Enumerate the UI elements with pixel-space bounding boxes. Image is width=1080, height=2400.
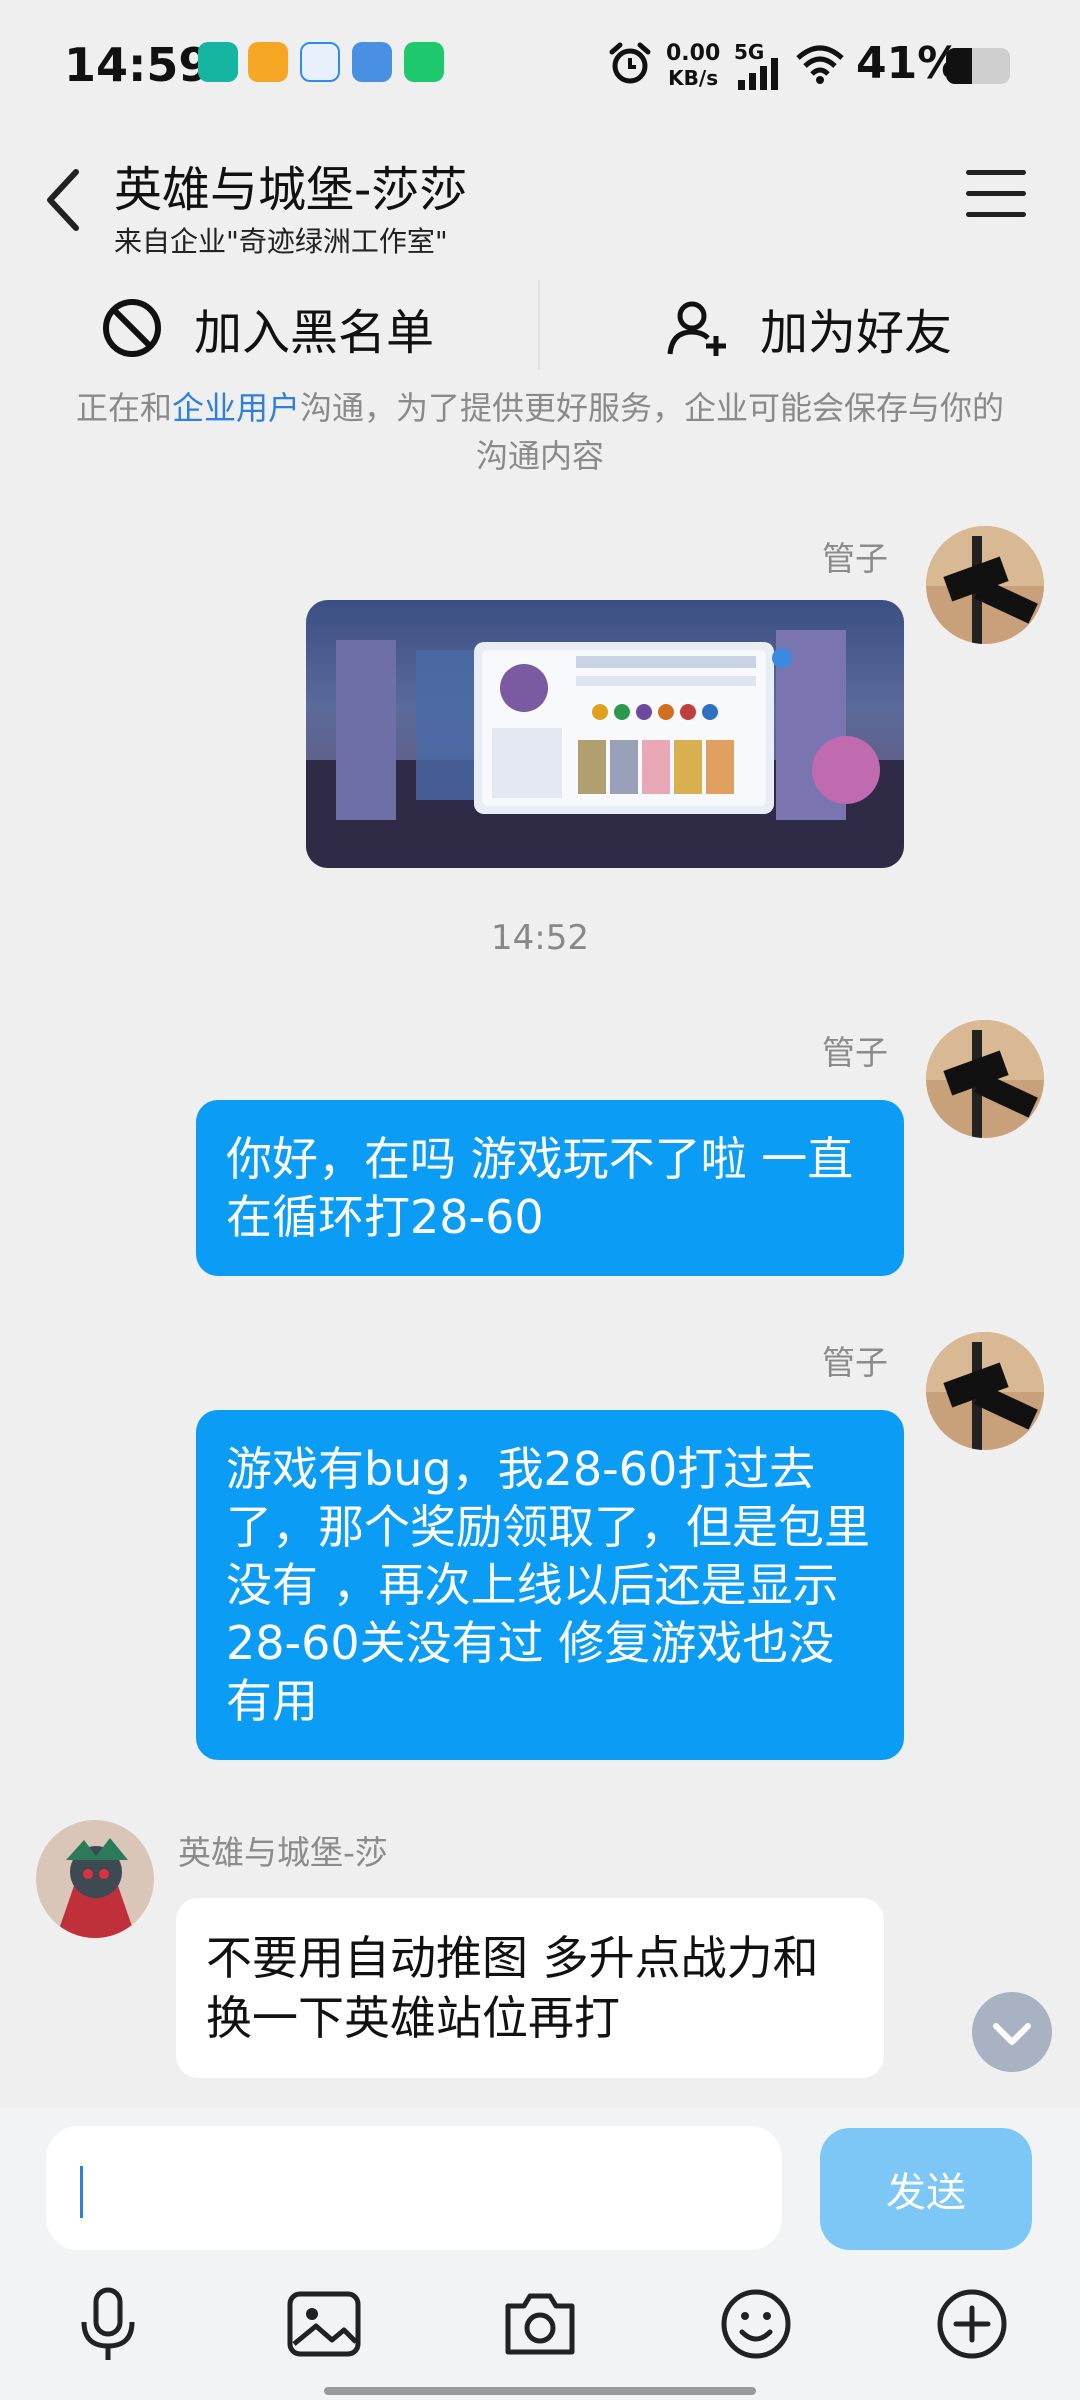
app-notification-icon [248, 42, 288, 82]
avatar[interactable] [36, 1820, 154, 1938]
message-timestamp: 14:52 [491, 918, 589, 958]
add-friend-label: 加为好友 [760, 305, 953, 361]
battery-icon [946, 48, 1010, 84]
message-sender: 管子 [822, 539, 888, 578]
add-friend-button[interactable]: 加为好友 [666, 276, 952, 380]
app-notification-icon [404, 42, 444, 82]
avatar[interactable] [926, 1332, 1044, 1450]
notice-suffix: 沟通，为了提供更好服务，企业可能会保存与你的沟通内容 [300, 389, 1005, 475]
message-sender: 管子 [822, 1033, 888, 1072]
enterprise-user-link[interactable]: 企业用户 [172, 389, 300, 427]
chat-bubble-outgoing[interactable]: 你好，在吗 游戏玩不了啦 一直在循环打28-60 [196, 1100, 904, 1276]
camera-icon[interactable] [498, 2282, 582, 2366]
battery-level [946, 48, 973, 84]
chat-subtitle: 来自企业"奇迹绿洲工作室" [114, 225, 448, 258]
send-button[interactable]: 发送 [820, 2128, 1032, 2250]
network-speed-value: 0.00 [666, 41, 721, 66]
avatar[interactable] [926, 526, 1044, 644]
emoji-icon[interactable] [714, 2282, 798, 2366]
home-indicator[interactable] [324, 2387, 756, 2395]
text-cursor [80, 2166, 83, 2218]
notice-prefix: 正在和 [75, 389, 172, 427]
app-notification-icon [352, 42, 392, 82]
chevron-down-icon [993, 2023, 1031, 2045]
wifi-icon [796, 45, 844, 84]
network-speed: 0.00 KB/s [666, 41, 721, 91]
avatar-image [926, 1020, 1044, 1138]
image-icon[interactable] [282, 2282, 366, 2366]
menu-icon[interactable] [966, 170, 1026, 224]
block-button[interactable]: 加入黑名单 [100, 276, 434, 380]
enterprise-notice: 正在和企业用户沟通，为了提供更好服务，企业可能会保存与你的沟通内容 [60, 384, 1020, 480]
action-divider [538, 280, 540, 370]
network-speed-unit: KB/s [668, 66, 719, 90]
game-screenshot-image[interactable] [306, 600, 904, 868]
avatar[interactable] [926, 1020, 1044, 1138]
signal-icon [738, 58, 778, 90]
add-more-icon[interactable] [930, 2282, 1014, 2366]
chat-title: 英雄与城堡-莎莎 [114, 162, 468, 218]
scroll-to-bottom-button[interactable] [972, 1992, 1052, 2072]
app-notification-icon [198, 42, 238, 82]
microphone-icon[interactable] [66, 2282, 150, 2366]
add-user-icon [667, 301, 726, 356]
avatar-image [926, 1332, 1044, 1450]
alarm-icon [609, 42, 651, 84]
back-icon[interactable] [36, 160, 92, 240]
game-scene-graphic [306, 630, 904, 868]
message-sender: 英雄与城堡-莎 [178, 1833, 388, 1872]
app-notification-icon [300, 42, 340, 82]
block-icon [103, 299, 161, 357]
avatar-image [926, 526, 1044, 644]
avatar-image [36, 1820, 154, 1938]
chat-bubble-outgoing[interactable]: 游戏有bug，我28-60打过去了，那个奖励领取了，但是包里没有 ，再次上线以后… [196, 1410, 904, 1760]
message-sender: 管子 [822, 1343, 888, 1382]
status-time: 14:59 [64, 38, 211, 92]
chat-bubble-incoming[interactable]: 不要用自动推图 多升点战力和换一下英雄站位再打 [176, 1898, 884, 2078]
status-bar: 14:59 0.00 KB/s 5G 41% [0, 0, 1080, 130]
message-input[interactable] [46, 2126, 782, 2250]
block-label: 加入黑名单 [194, 305, 435, 361]
